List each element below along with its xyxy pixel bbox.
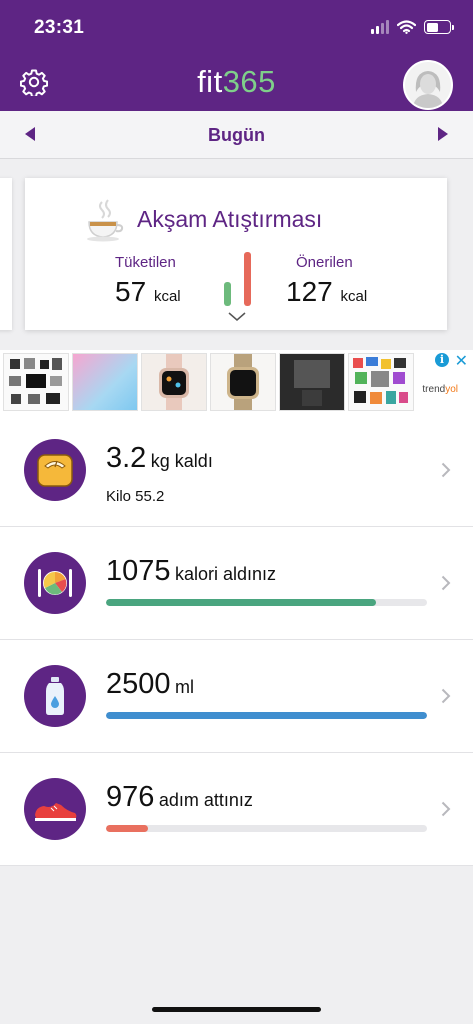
consumed-number: 57 — [115, 276, 147, 307]
recommended-bar — [244, 252, 251, 306]
consumed-unit: kcal — [153, 288, 181, 305]
ad-product-laptop-case[interactable] — [72, 353, 138, 411]
smartwatch-gold-image-icon — [227, 354, 259, 410]
current-date-label: Bugün — [208, 125, 265, 145]
weight-remaining: 3.2 kg kaldı — [106, 442, 213, 475]
ad-product-watch-pink[interactable] — [141, 353, 207, 411]
ad-brand-logo: trendyol — [422, 384, 458, 395]
weight-row[interactable]: 3.2 kg kaldı Kilo 55.2 — [0, 414, 473, 527]
steps-taken: 976 adım attınız — [106, 781, 253, 814]
logo-prefix: fit — [197, 64, 223, 99]
ad-product-game-card[interactable] — [279, 353, 345, 411]
recommended-number: 127 — [286, 276, 333, 307]
chevron-right-icon — [441, 462, 451, 478]
ad-product-watch-gold[interactable] — [210, 353, 276, 411]
ad-product-stickers[interactable] — [3, 353, 69, 411]
profile-avatar[interactable] — [403, 60, 453, 110]
game-card-image-icon — [280, 354, 344, 410]
water-progress-fill — [106, 712, 427, 719]
water-intake-value: 2500 — [106, 668, 171, 700]
status-icons — [371, 20, 454, 34]
water-progress-bar — [106, 712, 427, 719]
consumed-value: 57 kcal — [115, 276, 181, 308]
wifi-icon — [397, 20, 416, 34]
tea-cup-icon — [87, 199, 124, 242]
water-bottle-icon — [24, 665, 86, 727]
chevron-right-icon — [441, 801, 451, 817]
calories-taken-value: 1075 — [106, 555, 171, 587]
calories-taken-label: kalori aldınız — [174, 564, 277, 584]
ad-product-collage[interactable] — [348, 353, 414, 411]
consumed-label: Tüketilen — [115, 254, 176, 271]
ad-info-icon[interactable]: i — [435, 353, 449, 367]
steps-taken-label: adım attınız — [158, 790, 253, 810]
cellular-signal-icon — [371, 20, 389, 34]
steps-progress-fill — [106, 825, 148, 832]
chevron-right-icon — [441, 575, 451, 591]
calories-progress-fill — [106, 599, 376, 606]
steps-taken-value: 976 — [106, 781, 155, 813]
chevron-right-icon — [441, 688, 451, 704]
battery-icon — [424, 20, 454, 34]
meal-card[interactable]: Akşam Atıştırması Tüketilen 57 kcal Öner… — [25, 178, 447, 330]
date-navigation: Bugün — [0, 111, 473, 159]
previous-meal-card[interactable] — [0, 178, 12, 330]
water-row[interactable]: 2500 ml — [0, 640, 473, 753]
current-weight: Kilo 55.2 — [106, 488, 165, 505]
scale-icon — [24, 439, 86, 501]
recommended-unit: kcal — [340, 288, 368, 305]
weight-remaining-value: 3.2 — [106, 442, 147, 474]
recommended-value: 127 kcal — [286, 276, 367, 308]
water-intake: 2500 ml — [106, 668, 194, 701]
steps-progress-bar — [106, 825, 427, 832]
calories-progress-bar — [106, 599, 427, 606]
app-header: 23:31 fit365 — [0, 0, 473, 111]
meal-title: Akşam Atıştırması — [137, 206, 323, 232]
ad-brand-prefix: trend — [422, 384, 446, 395]
status-time: 23:31 — [34, 17, 85, 38]
sneaker-icon — [24, 778, 86, 840]
water-intake-unit: ml — [174, 677, 194, 697]
ad-banner[interactable]: i ✕ trendyol — [0, 350, 473, 414]
plate-icon — [24, 552, 86, 614]
next-day-arrow-icon[interactable] — [438, 127, 448, 141]
app-logo: fit365 — [0, 64, 473, 100]
home-indicator[interactable] — [152, 1007, 321, 1012]
logo-suffix: 365 — [222, 64, 276, 99]
ad-brand-suffix: yol — [445, 384, 458, 395]
chevron-down-icon[interactable] — [228, 312, 246, 322]
stickers-image-icon — [9, 358, 62, 404]
ad-close-icon[interactable]: ✕ — [455, 351, 468, 371]
smartwatch-image-icon — [159, 354, 189, 410]
calories-row[interactable]: 1075 kalori aldınız — [0, 527, 473, 640]
user-avatar-icon — [405, 62, 451, 108]
weight-remaining-label: kg kaldı — [150, 451, 213, 471]
steps-row[interactable]: 976 adım attınız — [0, 753, 473, 866]
recommended-label: Önerilen — [296, 254, 353, 271]
collage-image-icon — [353, 357, 408, 404]
consumed-bar — [224, 282, 231, 306]
calories-taken: 1075 kalori aldınız — [106, 555, 276, 588]
